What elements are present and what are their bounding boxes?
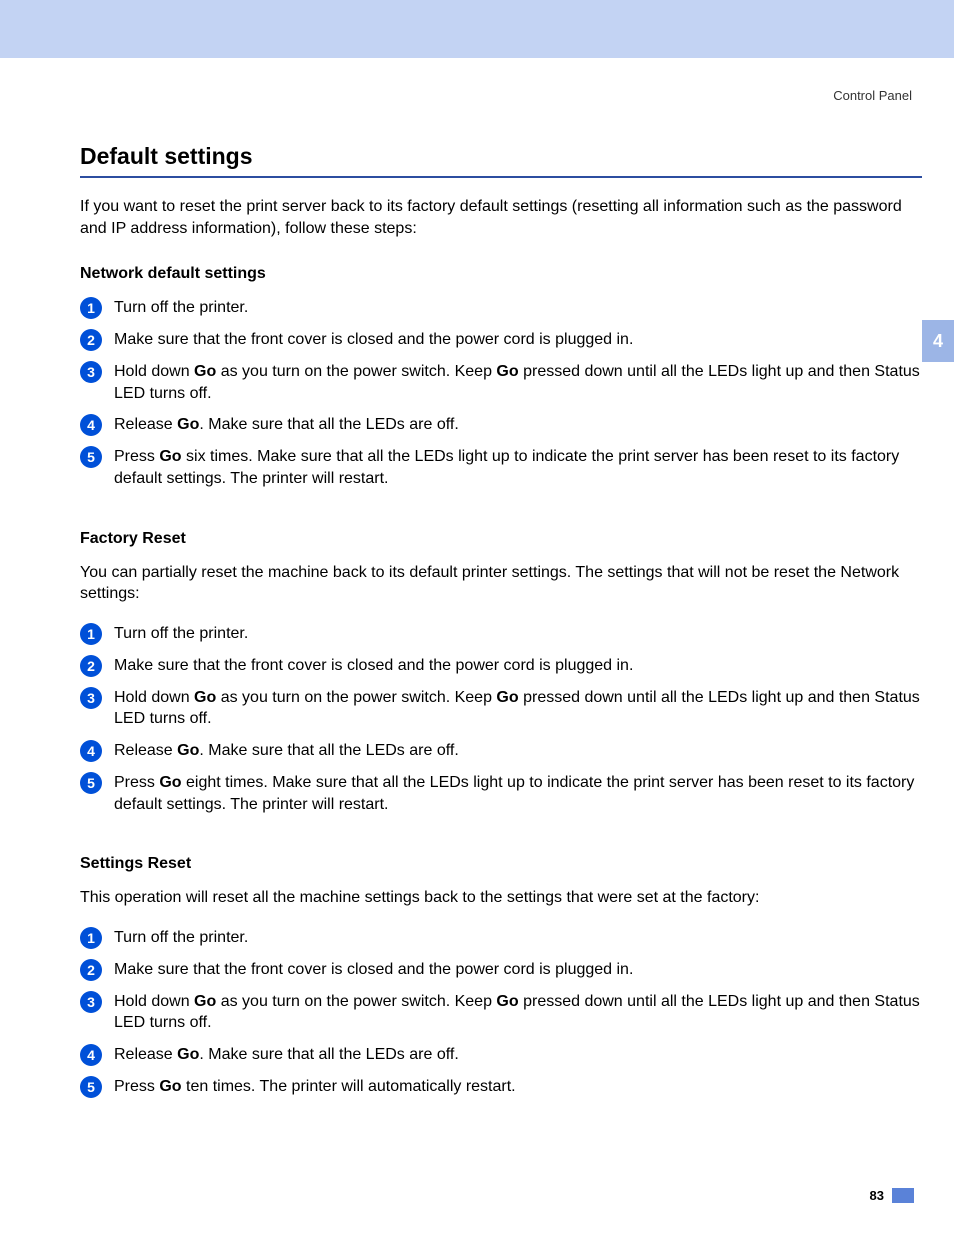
step-text: Release Go. Make sure that all the LEDs … [114,1044,922,1066]
step-item: 3 Hold down Go as you turn on the power s… [80,991,922,1034]
step-number-icon: 2 [80,655,102,677]
step-item: 4 Release Go. Make sure that all the LEDs… [80,740,922,762]
step-text: Press Go six times. Make sure that all t… [114,446,922,489]
step-number-icon: 1 [80,297,102,319]
step-item: 2 Make sure that the front cover is close… [80,329,922,351]
chapter-tab: 4 [922,320,954,362]
steps-list: 1 Turn off the printer. 2 Make sure that th… [80,623,922,815]
step-text: Hold down Go as you turn on the power sw… [114,361,922,404]
step-item: 2 Make sure that the front cover is close… [80,959,922,981]
step-number-icon: 1 [80,623,102,645]
step-item: 3 Hold down Go as you turn on the power s… [80,687,922,730]
page-footer: 83 [870,1188,914,1203]
step-number-icon: 5 [80,772,102,794]
step-item: 5 Press Go ten times. The printer will au… [80,1076,922,1098]
step-number-icon: 4 [80,740,102,762]
step-number-icon: 2 [80,329,102,351]
step-text: Press Go ten times. The printer will aut… [114,1076,922,1098]
step-text: Release Go. Make sure that all the LEDs … [114,414,922,436]
step-number-icon: 4 [80,414,102,436]
section-description: You can partially reset the machine back… [80,562,922,605]
step-item: 1 Turn off the printer. [80,297,922,319]
section-heading: Network default settings [80,265,922,283]
step-text: Turn off the printer. [114,927,922,949]
step-number-icon: 5 [80,446,102,468]
step-text: Make sure that the front cover is closed… [114,959,922,981]
section-description: This operation will reset all the machin… [80,887,922,909]
step-text: Turn off the printer. [114,297,922,319]
step-item: 4 Release Go. Make sure that all the LEDs… [80,414,922,436]
page-title: Default settings [80,143,922,178]
step-item: 2 Make sure that the front cover is close… [80,655,922,677]
steps-list: 1 Turn off the printer. 2 Make sure that th… [80,927,922,1098]
step-text: Release Go. Make sure that all the LEDs … [114,740,922,762]
step-item: 3 Hold down Go as you turn on the power s… [80,361,922,404]
step-item: 4 Release Go. Make sure that all the LEDs… [80,1044,922,1066]
step-text: Press Go eight times. Make sure that all… [114,772,922,815]
step-text: Turn off the printer. [114,623,922,645]
top-banner [0,0,954,58]
step-number-icon: 2 [80,959,102,981]
step-item: 1 Turn off the printer. [80,927,922,949]
step-number-icon: 4 [80,1044,102,1066]
step-number-icon: 3 [80,991,102,1013]
step-text: Hold down Go as you turn on the power sw… [114,687,922,730]
breadcrumb: Control Panel [80,88,922,103]
step-number-icon: 1 [80,927,102,949]
page-marker-icon [892,1188,914,1203]
step-item: 5 Press Go eight times. Make sure that al… [80,772,922,815]
step-item: 1 Turn off the printer. [80,623,922,645]
step-number-icon: 3 [80,361,102,383]
intro-text: If you want to reset the print server ba… [80,196,922,239]
step-item: 5 Press Go six times. Make sure that all … [80,446,922,489]
section-heading: Factory Reset [80,530,922,548]
step-text: Make sure that the front cover is closed… [114,329,922,351]
steps-list: 1 Turn off the printer. 2 Make sure that th… [80,297,922,489]
page-content: Control Panel Default settings If you wa… [0,58,954,1098]
step-text: Make sure that the front cover is closed… [114,655,922,677]
page-number: 83 [870,1188,884,1203]
step-number-icon: 3 [80,687,102,709]
step-text: Hold down Go as you turn on the power sw… [114,991,922,1034]
step-number-icon: 5 [80,1076,102,1098]
section-heading: Settings Reset [80,855,922,873]
